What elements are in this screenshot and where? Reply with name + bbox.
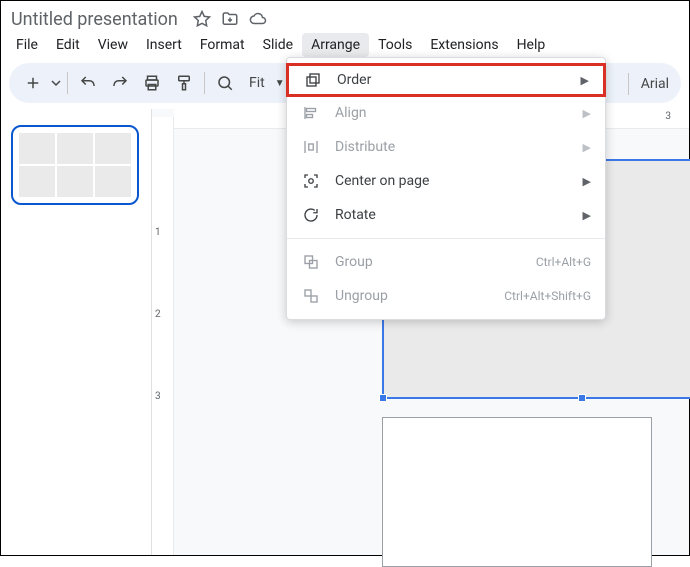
submenu-arrow-icon: ▶ [583, 209, 591, 222]
menu-label: Align [335, 105, 583, 121]
menu-label: Rotate [335, 207, 583, 223]
cloud-status-icon[interactable] [248, 9, 268, 29]
order-icon [303, 70, 323, 90]
submenu-arrow-icon: ▶ [581, 74, 589, 87]
zoom-value: Fit [249, 75, 265, 91]
submenu-arrow-icon: ▶ [583, 107, 591, 120]
menu-item-ungroup: Ungroup Ctrl+Alt+Shift+G [287, 279, 605, 313]
distribute-icon [301, 137, 321, 157]
slide-thumbnail-panel [1, 109, 151, 555]
menu-label: Group [335, 254, 536, 270]
menu-item-align: Align ▶ [287, 96, 605, 130]
group-icon [301, 252, 321, 272]
menu-tools[interactable]: Tools [369, 33, 421, 57]
thumb-cell [95, 166, 131, 197]
resize-handle-b[interactable] [578, 394, 586, 402]
separator [628, 73, 629, 95]
menu-view[interactable]: View [89, 33, 137, 57]
ruler-tick: 3 [665, 111, 671, 122]
ruler-tick: 1 [155, 227, 161, 238]
align-left-icon [301, 103, 321, 123]
menu-shortcut: Ctrl+Alt+Shift+G [504, 289, 591, 303]
menu-item-group: Group Ctrl+Alt+G [287, 245, 605, 279]
menu-label: Order [337, 72, 581, 88]
separator [204, 72, 205, 94]
font-selector[interactable]: Arial [616, 69, 677, 99]
menu-label: Distribute [335, 139, 583, 155]
menu-item-rotate[interactable]: Rotate ▶ [287, 198, 605, 232]
menu-insert[interactable]: Insert [137, 33, 191, 57]
titlebar: Untitled presentation [1, 1, 689, 31]
zoom-selector[interactable]: Fit ▼ [241, 75, 293, 91]
rotate-icon [301, 205, 321, 225]
thumb-cell [57, 166, 93, 197]
thumb-cell [95, 133, 131, 164]
menu-item-order[interactable]: Order ▶ [286, 63, 606, 97]
new-slide-button[interactable] [17, 67, 49, 99]
star-icon[interactable] [192, 9, 212, 29]
thumb-cell [19, 166, 55, 197]
zoom-icon[interactable] [209, 67, 241, 99]
font-name: Arial [641, 76, 669, 92]
resize-handle-bl[interactable] [379, 394, 387, 402]
chevron-down-icon: ▼ [275, 78, 285, 89]
submenu-arrow-icon: ▶ [583, 175, 591, 188]
placeholder-box[interactable] [382, 417, 652, 567]
ruler-tick: 3 [155, 391, 161, 402]
menu-arrange[interactable]: Arrange [302, 33, 369, 57]
move-folder-icon[interactable] [220, 9, 240, 29]
menu-file[interactable]: File [7, 33, 47, 57]
menu-label: Ungroup [335, 288, 504, 304]
menu-slide[interactable]: Slide [254, 33, 302, 57]
paint-format-button[interactable] [168, 67, 200, 99]
doc-title[interactable]: Untitled presentation [11, 9, 178, 30]
ungroup-icon [301, 286, 321, 306]
slide-thumbnail-1[interactable] [11, 125, 139, 205]
thumb-cell [19, 133, 55, 164]
menu-item-distribute: Distribute ▶ [287, 130, 605, 164]
separator [67, 72, 68, 94]
menu-item-center-on-page[interactable]: Center on page ▶ [287, 164, 605, 198]
menu-separator [287, 238, 605, 239]
menu-extensions[interactable]: Extensions [421, 33, 507, 57]
menu-label: Center on page [335, 173, 583, 189]
center-focus-icon [301, 171, 321, 191]
submenu-arrow-icon: ▶ [583, 141, 591, 154]
menu-edit[interactable]: Edit [47, 33, 89, 57]
menubar: File Edit View Insert Format Slide Arran… [1, 31, 689, 59]
redo-button[interactable] [104, 67, 136, 99]
menu-help[interactable]: Help [508, 33, 555, 57]
undo-button[interactable] [72, 67, 104, 99]
thumb-cell [57, 133, 93, 164]
print-button[interactable] [136, 67, 168, 99]
arrange-menu-dropdown: Order ▶ Align ▶ Distribute ▶ Center on p… [286, 57, 606, 320]
vertical-ruler: 1 2 3 [152, 117, 174, 555]
menu-format[interactable]: Format [191, 33, 254, 57]
menu-shortcut: Ctrl+Alt+G [536, 255, 591, 269]
new-slide-caret[interactable] [49, 67, 63, 99]
ruler-tick: 2 [155, 309, 161, 320]
